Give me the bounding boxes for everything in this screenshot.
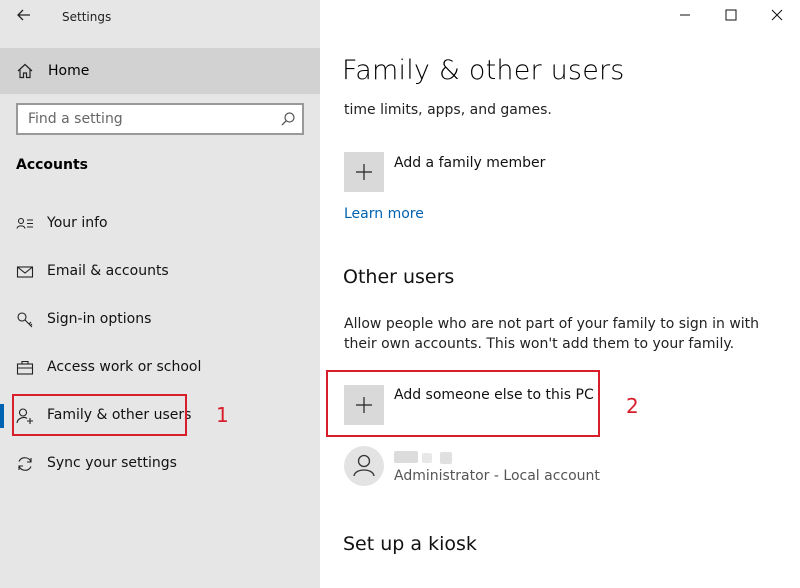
- sidebar-item-label: Sync your settings: [47, 455, 177, 471]
- briefcase-icon: [16, 360, 34, 375]
- kiosk-heading: Set up a kiosk: [343, 533, 477, 555]
- section-heading: Accounts: [16, 157, 89, 173]
- learn-more-link[interactable]: Learn more: [344, 206, 424, 222]
- add-family-member-button[interactable]: [344, 152, 384, 192]
- search-placeholder: Find a setting: [28, 111, 123, 127]
- mail-icon: [16, 266, 34, 278]
- account-type: Administrator - Local account: [394, 468, 600, 484]
- close-icon: [771, 9, 783, 21]
- add-family-member-label[interactable]: Add a family member: [394, 155, 545, 171]
- blurred-user-name: [394, 449, 460, 465]
- plus-icon: [356, 164, 372, 180]
- search-input[interactable]: Find a setting: [16, 103, 304, 135]
- back-arrow-icon: [17, 9, 30, 21]
- sidebar-item-email[interactable]: Email & accounts: [0, 252, 320, 292]
- sync-icon: [18, 457, 32, 471]
- user-icon: [353, 454, 375, 477]
- sidebar-home-label: Home: [48, 63, 90, 79]
- maximize-button[interactable]: [720, 4, 742, 26]
- other-users-heading: Other users: [343, 266, 455, 288]
- highlight-box-1: [12, 394, 187, 436]
- sidebar-item-sign-in[interactable]: Sign-in options: [0, 300, 320, 340]
- clipped-text-line: [344, 93, 784, 99]
- close-button[interactable]: [766, 4, 788, 26]
- minimize-icon: [680, 14, 690, 16]
- sidebar-item-label: Access work or school: [47, 359, 202, 375]
- sidebar-home[interactable]: Home: [0, 48, 320, 94]
- step-number-2: 2: [626, 394, 639, 418]
- main-panel: Family & other users time limits, apps, …: [320, 0, 800, 588]
- sidebar-item-label: Email & accounts: [47, 263, 169, 279]
- page-title: Family & other users: [342, 55, 625, 86]
- other-users-description: Allow people who are not part of your fa…: [344, 316, 760, 352]
- back-button[interactable]: [14, 5, 34, 25]
- search-icon[interactable]: [280, 111, 296, 127]
- sidebar-item-your-info[interactable]: Your info: [0, 204, 320, 244]
- sidebar-item-work-school[interactable]: Access work or school: [0, 348, 320, 388]
- highlight-box-2: [326, 370, 600, 437]
- contact-card-icon: [16, 217, 33, 229]
- minimize-button[interactable]: [674, 4, 696, 26]
- sidebar-item-label: Sign-in options: [47, 311, 152, 327]
- active-indicator: [0, 404, 4, 428]
- avatar[interactable]: [344, 446, 384, 486]
- home-icon: [17, 63, 33, 79]
- family-description: time limits, apps, and games.: [344, 102, 552, 118]
- maximize-icon: [725, 9, 737, 21]
- step-number-1: 1: [216, 403, 229, 427]
- sidebar: Settings Home Find a setting Accounts Yo…: [0, 0, 320, 588]
- sidebar-item-label: Your info: [47, 215, 108, 231]
- key-icon: [17, 312, 33, 328]
- window-title: Settings: [62, 10, 112, 24]
- sidebar-item-sync[interactable]: Sync your settings: [0, 444, 320, 484]
